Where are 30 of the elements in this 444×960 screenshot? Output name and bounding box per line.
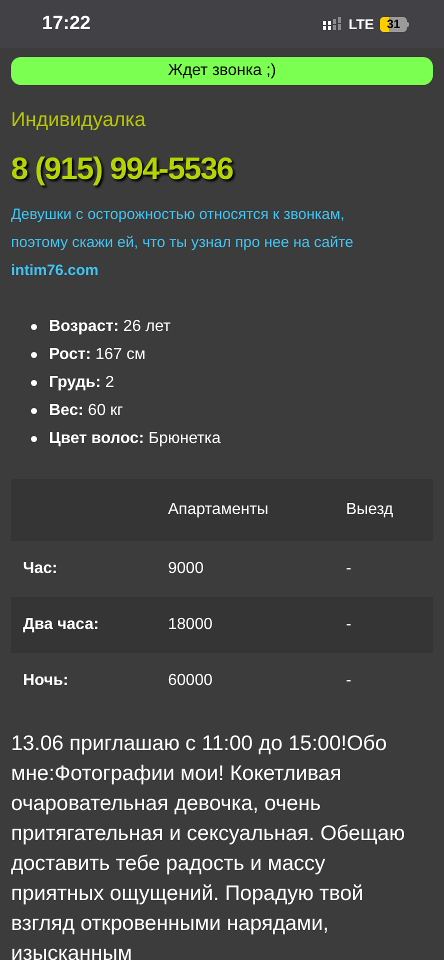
clock: 17:22 [42, 12, 91, 36]
bullet-icon [31, 436, 37, 442]
status-banner: Ждет звонка ;) [11, 57, 433, 85]
param-text: Грудь: 2 [49, 373, 114, 393]
notice-text: Девушки с осторожностью относятся к звонкам, поэтому скажи ей, что ты узнал про нее на сайте intim76.com [11, 205, 354, 281]
param-text: Рост: 167 см [49, 345, 146, 365]
table-cell-text: - [346, 559, 352, 579]
param-text: Вес: 60 кг [49, 401, 123, 421]
network-label: LTE [348, 14, 374, 34]
bullet-icon [31, 352, 37, 358]
row-label: Два часа: [22, 615, 100, 635]
param-text: Возраст: 26 лет [49, 317, 171, 337]
table-cell-text: 18000 [168, 615, 214, 635]
row-label: Час: [22, 559, 58, 579]
row-label: Ночь: [22, 671, 70, 691]
category-title: Индивидуалка [11, 108, 147, 133]
bullet-icon [31, 408, 37, 414]
table-cell-text: 9000 [168, 559, 205, 579]
column-header: Апартаменты [168, 500, 270, 520]
param-text: Цвет волос: Брюнетка [49, 429, 221, 449]
bullet-icon [31, 380, 37, 386]
site-link[interactable]: intim76.com [11, 262, 99, 279]
table-cell-text: 60000 [168, 671, 214, 691]
column-header: Выезд [346, 500, 394, 520]
phone-number: 8 (915) 994-5536 [11, 150, 234, 188]
table-cell-text: - [346, 671, 352, 691]
description-text: 13.06 приглашаю с 11:00 до 15:00!Обо мне:Фотографии мои! Кокетливая очаровательная девочка, очень притягательная и сексуальная. Обещаю доставить тебе радость и массу приятных ощущений. Порадую твой взгляд откровенными нарядами, изысканным [11, 731, 406, 960]
signal-icon [322, 17, 343, 31]
table-cell-text: - [346, 615, 352, 635]
bullet-icon [31, 324, 37, 330]
